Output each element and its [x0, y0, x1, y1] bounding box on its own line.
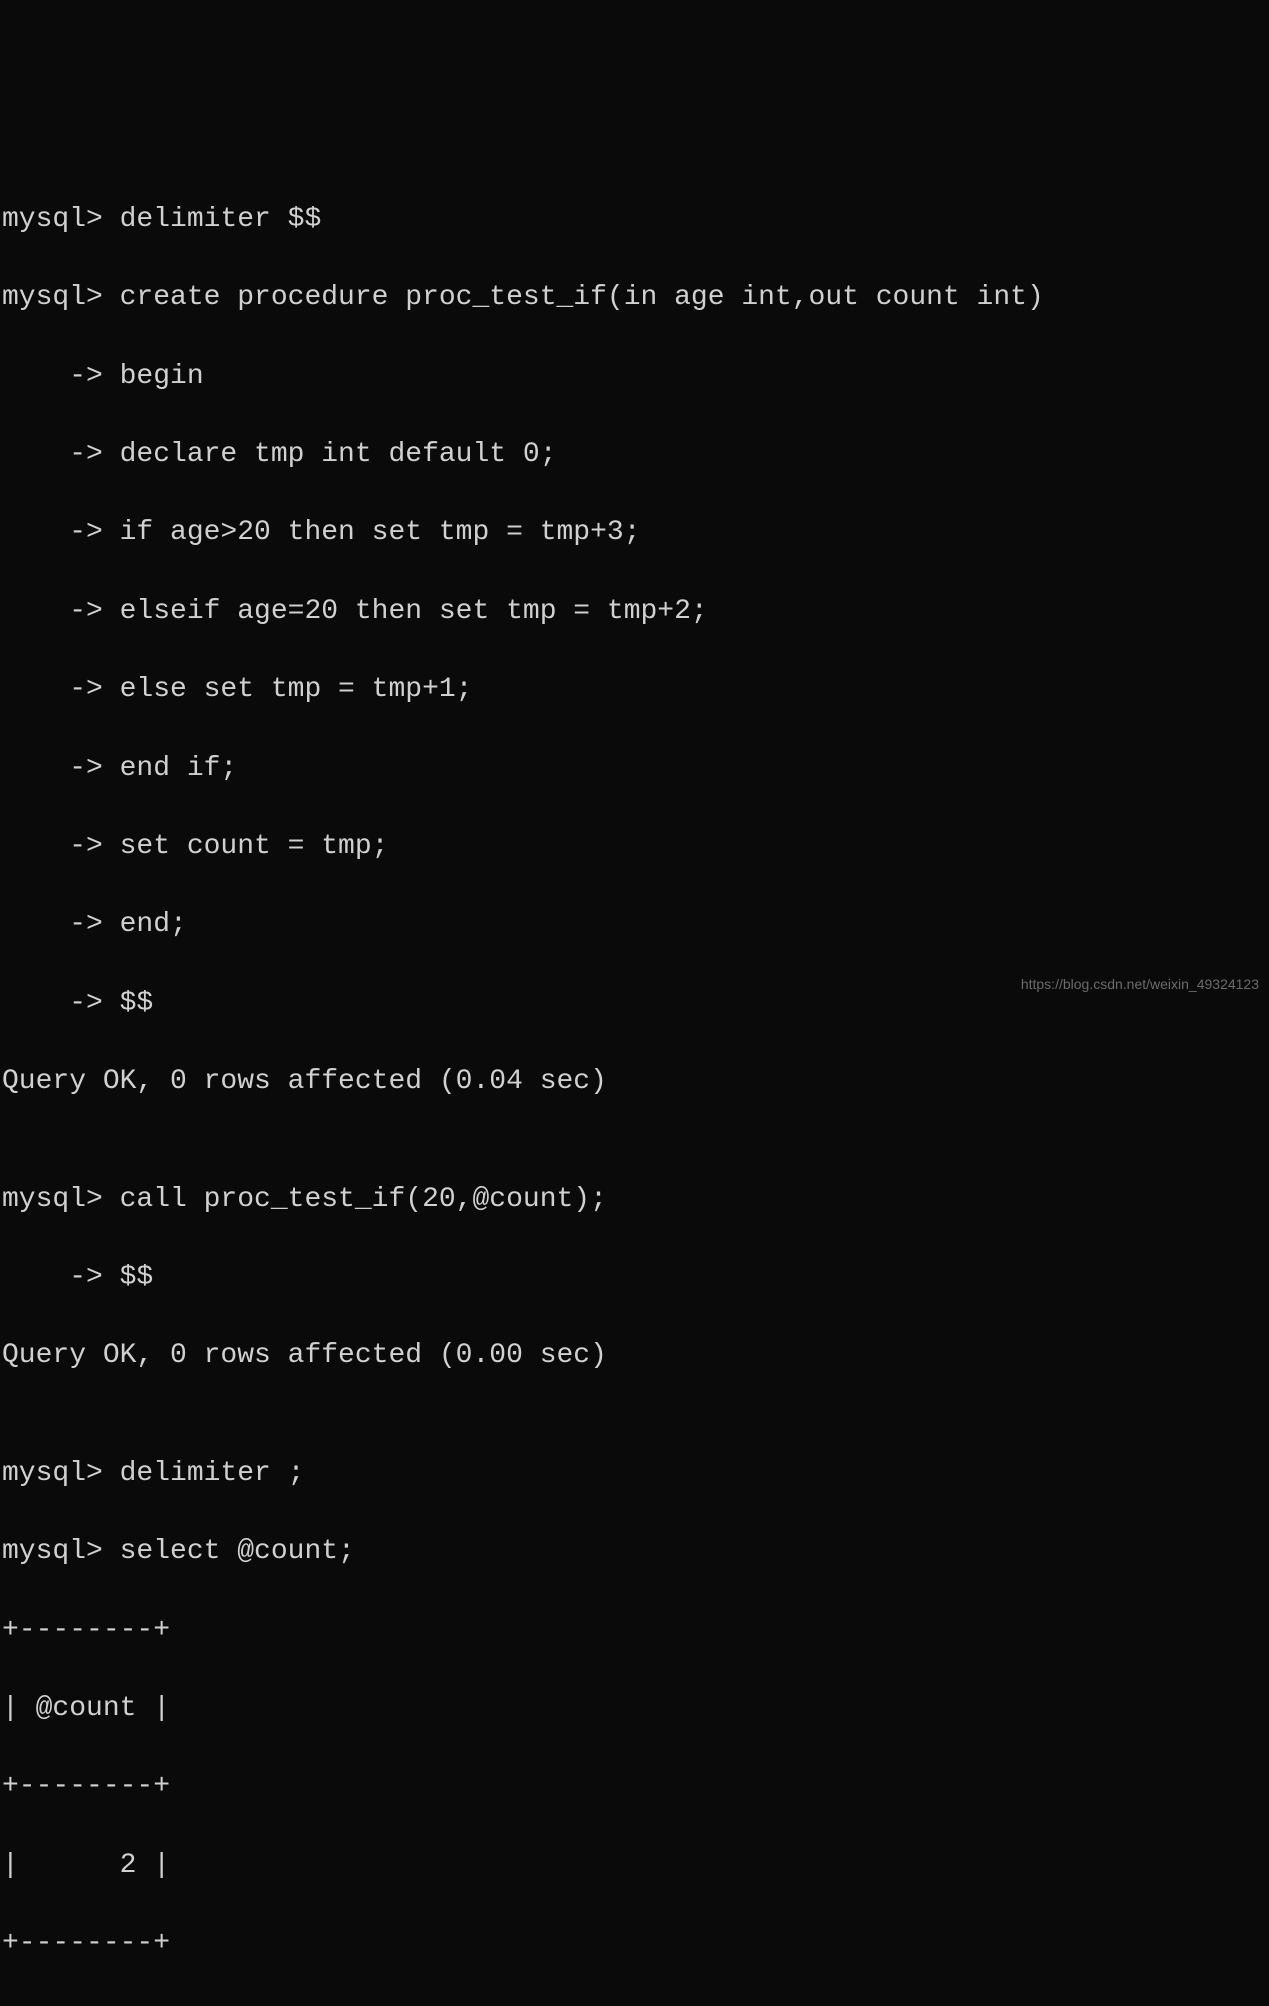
- terminal-line: -> else set tmp = tmp+1;: [2, 670, 1269, 709]
- terminal-line: -> end if;: [2, 749, 1269, 788]
- terminal-line: mysql> delimiter ;: [2, 1454, 1269, 1493]
- terminal-line: 1 row in set (0.00 sec): [2, 2003, 1269, 2006]
- terminal-line: -> set count = tmp;: [2, 827, 1269, 866]
- terminal-line: | 2 |: [2, 1846, 1269, 1885]
- terminal-line: +--------+: [2, 1924, 1269, 1963]
- terminal-line: -> begin: [2, 357, 1269, 396]
- terminal-line: -> if age>20 then set tmp = tmp+3;: [2, 513, 1269, 552]
- terminal-line: -> declare tmp int default 0;: [2, 435, 1269, 474]
- terminal-line: mysql> select @count;: [2, 1532, 1269, 1571]
- watermark-text: https://blog.csdn.net/weixin_49324123: [1021, 975, 1259, 995]
- terminal-line: Query OK, 0 rows affected (0.00 sec): [2, 1336, 1269, 1375]
- terminal-line: +--------+: [2, 1767, 1269, 1806]
- terminal-line: +--------+: [2, 1611, 1269, 1650]
- terminal-line: -> elseif age=20 then set tmp = tmp+2;: [2, 592, 1269, 631]
- terminal-line: -> end;: [2, 905, 1269, 944]
- terminal-line: | @count |: [2, 1689, 1269, 1728]
- terminal-line: mysql> delimiter $$: [2, 200, 1269, 239]
- terminal-line: mysql> create procedure proc_test_if(in …: [2, 278, 1269, 317]
- mysql-terminal-output: mysql> delimiter $$ mysql> create proced…: [0, 161, 1269, 2006]
- terminal-line: -> $$: [2, 1258, 1269, 1297]
- terminal-line: Query OK, 0 rows affected (0.04 sec): [2, 1062, 1269, 1101]
- terminal-line: mysql> call proc_test_if(20,@count);: [2, 1180, 1269, 1219]
